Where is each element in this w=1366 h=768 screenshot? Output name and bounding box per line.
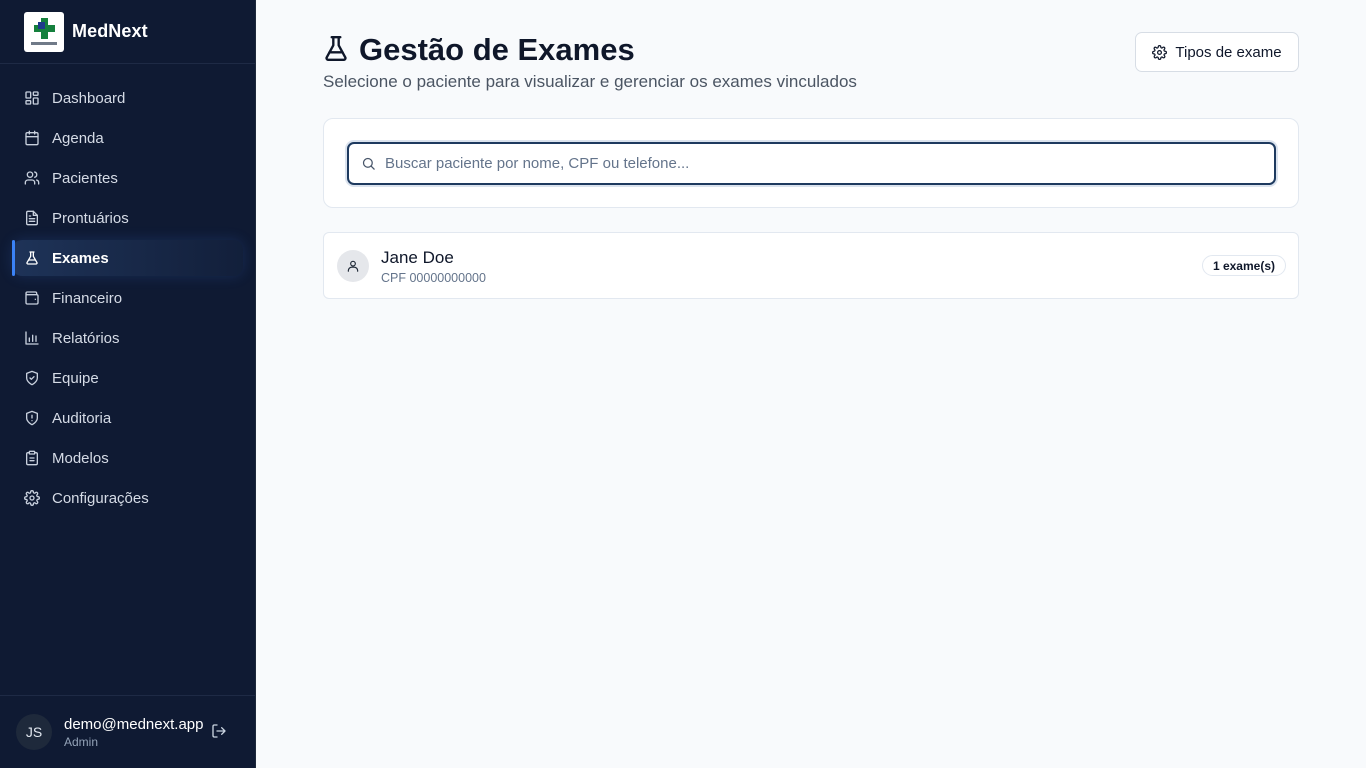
sidebar-nav: Dashboard Agenda Pacientes Prontuários E… bbox=[0, 64, 255, 518]
patient-cpf: CPF 00000000000 bbox=[381, 271, 486, 285]
calendar-icon bbox=[24, 130, 40, 146]
sidebar-item-label: Exames bbox=[52, 249, 109, 267]
search-icon bbox=[361, 156, 377, 172]
gear-icon bbox=[24, 490, 40, 506]
sidebar-item-label: Auditoria bbox=[52, 409, 112, 427]
sidebar-item-equipe[interactable]: Equipe bbox=[0, 358, 255, 398]
page-header: Gestão de Exames Selecione o paciente pa… bbox=[323, 32, 857, 92]
sidebar-item-exames[interactable]: Exames bbox=[0, 238, 255, 278]
main-content: Gestão de Exames Selecione o paciente pa… bbox=[256, 0, 1366, 768]
patient-row[interactable]: Jane Doe CPF 00000000000 1 exame(s) bbox=[323, 232, 1299, 299]
tipos-de-exame-label: Tipos de exame bbox=[1175, 43, 1282, 61]
dashboard-icon bbox=[24, 90, 40, 106]
sidebar-item-label: Modelos bbox=[52, 449, 109, 467]
sidebar-item-label: Equipe bbox=[52, 369, 99, 387]
sidebar-item-auditoria[interactable]: Auditoria bbox=[0, 398, 255, 438]
sidebar-item-label: Prontuários bbox=[52, 209, 129, 227]
user-email: demo@mednext.app bbox=[64, 715, 204, 733]
wallet-icon bbox=[24, 290, 40, 306]
sidebar-item-label: Financeiro bbox=[52, 289, 123, 307]
sidebar-item-prontuarios[interactable]: Prontuários bbox=[0, 198, 255, 238]
sidebar: MedNext Dashboard Agenda Pacientes Pront… bbox=[0, 0, 256, 768]
brand-name: MedNext bbox=[72, 21, 148, 41]
sidebar-item-dashboard[interactable]: Dashboard bbox=[0, 78, 255, 118]
shield-check-icon bbox=[24, 370, 40, 386]
user-panel: JS demo@mednext.app Admin bbox=[0, 695, 255, 768]
user-info: demo@mednext.app Admin bbox=[64, 716, 203, 749]
flask-icon bbox=[24, 250, 40, 266]
user-role: Admin bbox=[64, 734, 99, 749]
search-box[interactable] bbox=[347, 142, 1276, 185]
sidebar-item-modelos[interactable]: Modelos bbox=[0, 438, 255, 478]
mednext-logo bbox=[24, 11, 64, 52]
users-icon bbox=[24, 170, 40, 186]
brand[interactable]: MedNext bbox=[0, 0, 255, 64]
file-text-icon bbox=[24, 210, 40, 226]
sidebar-item-label: Agenda bbox=[52, 129, 104, 147]
sidebar-item-financeiro[interactable]: Financeiro bbox=[0, 278, 255, 318]
sidebar-item-configuracoes[interactable]: Configurações bbox=[0, 478, 255, 518]
sidebar-item-label: Relatórios bbox=[52, 329, 120, 347]
patient-name: Jane Doe bbox=[381, 248, 454, 267]
flask-icon bbox=[323, 34, 349, 67]
avatar: JS bbox=[16, 714, 52, 750]
logout-icon[interactable] bbox=[211, 723, 229, 741]
sidebar-item-label: Dashboard bbox=[52, 89, 126, 107]
bar-chart-icon bbox=[24, 330, 40, 346]
search-card bbox=[323, 118, 1299, 208]
sidebar-item-pacientes[interactable]: Pacientes bbox=[0, 158, 255, 198]
tipos-de-exame-button[interactable]: Tipos de exame bbox=[1135, 32, 1299, 72]
sidebar-item-relatorios[interactable]: Relatórios bbox=[0, 318, 255, 358]
sidebar-item-label: Pacientes bbox=[52, 169, 118, 187]
search-input[interactable] bbox=[385, 144, 1265, 183]
shield-alert-icon bbox=[24, 410, 40, 426]
clipboard-icon bbox=[24, 450, 40, 466]
sidebar-item-label: Configurações bbox=[52, 489, 149, 507]
page-subtitle: Selecione o paciente para visualizar e g… bbox=[323, 72, 857, 91]
user-icon bbox=[337, 250, 369, 282]
page-title: Gestão de Exames bbox=[359, 32, 635, 67]
gear-icon bbox=[1152, 44, 1168, 60]
exam-count-badge: 1 exame(s) bbox=[1201, 255, 1286, 276]
sidebar-item-agenda[interactable]: Agenda bbox=[0, 118, 255, 158]
